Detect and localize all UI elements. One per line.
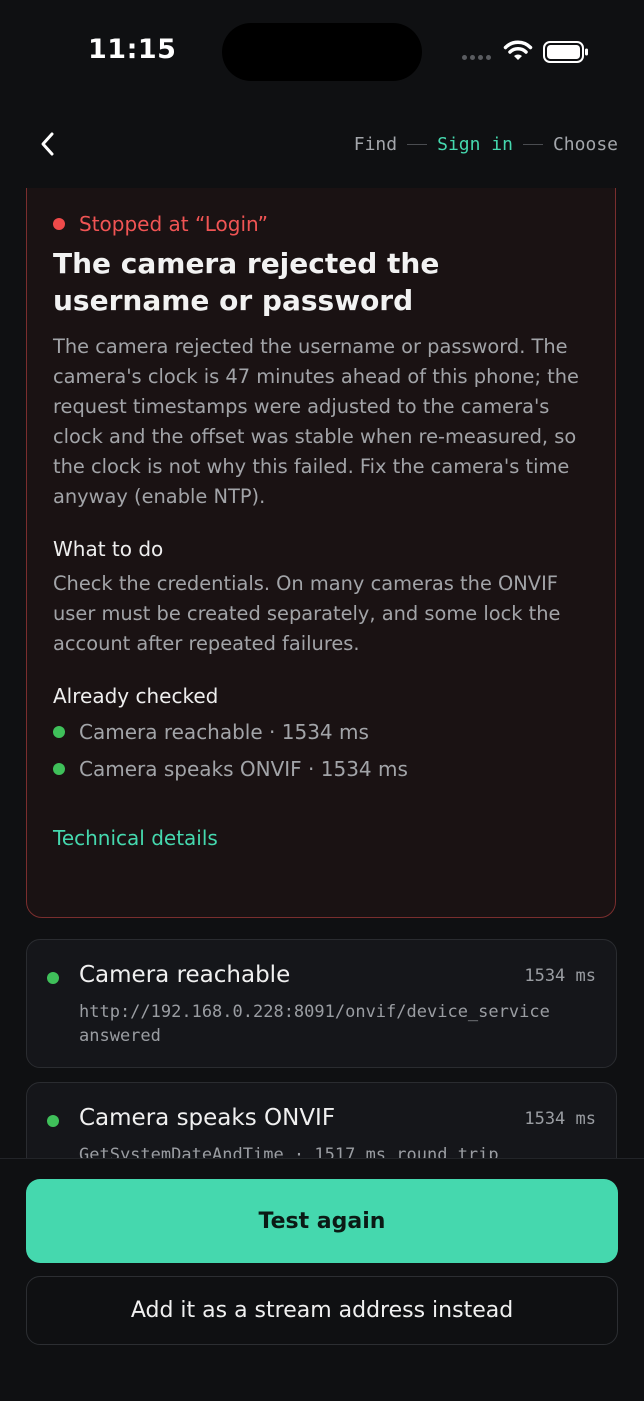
battery-icon (543, 41, 588, 63)
step-detail: GetSystemDateAndTime · 1517 ms round tri… (79, 1145, 499, 1158)
step-title: Camera reachable (79, 962, 291, 988)
wifi-icon (503, 40, 533, 60)
bottom-action-bar: Test again Add it as a stream address in… (0, 1158, 644, 1401)
success-dot-icon (47, 1115, 59, 1127)
step-card-camera-speaks-onvif: Camera speaks ONVIF 1534 ms GetSystemDat… (26, 1082, 617, 1158)
cellular-signal-icon (462, 55, 491, 60)
step-detail: http://192.168.0.228:8091/onvif/device_s… (79, 1002, 550, 1046)
step-find: Find (353, 134, 398, 155)
checked-item-label: Camera reachable · 1534 ms (79, 720, 369, 744)
error-description: The camera rejected the username or pass… (53, 335, 579, 508)
step-title: Camera speaks ONVIF (79, 1105, 336, 1131)
stopped-at-row: Stopped at “Login” (53, 212, 268, 236)
step-duration: 1534 ms (524, 1109, 596, 1129)
test-again-button[interactable]: Test again (26, 1179, 618, 1263)
add-stream-address-button[interactable]: Add it as a stream address instead (26, 1276, 618, 1345)
step-separator (522, 144, 543, 145)
progress-steps: Find Sign in Choose (354, 134, 618, 155)
error-title: The camera rejected the username or pass… (53, 247, 440, 317)
status-bar: 11:15 (0, 0, 644, 100)
checked-item-label: Camera speaks ONVIF · 1534 ms (79, 757, 408, 781)
what-to-do-heading: What to do (53, 537, 164, 561)
success-dot-icon (47, 972, 59, 984)
error-card: Stopped at “Login” The camera rejected t… (26, 188, 616, 918)
back-chevron-icon[interactable] (34, 128, 62, 160)
error-dot-icon (53, 218, 65, 230)
checked-item: Camera reachable · 1534 ms (53, 720, 369, 744)
content-scroll[interactable]: Stopped at “Login” The camera rejected t… (0, 188, 644, 1158)
what-to-do-text: Check the credentials. On many cameras t… (53, 572, 561, 655)
step-separator (407, 144, 428, 145)
step-sign-in: Sign in (437, 134, 513, 155)
success-dot-icon (53, 726, 65, 738)
step-choose: Choose (552, 134, 618, 155)
success-dot-icon (53, 763, 65, 775)
status-time: 11:15 (88, 34, 177, 65)
dynamic-island (222, 23, 422, 81)
checked-item: Camera speaks ONVIF · 1534 ms (53, 757, 408, 781)
already-checked-heading: Already checked (53, 684, 219, 708)
technical-details-link[interactable]: Technical details (53, 826, 218, 850)
step-duration: 1534 ms (524, 966, 596, 986)
step-card-camera-reachable: Camera reachable 1534 ms http://192.168.… (26, 939, 617, 1068)
stopped-at-label: Stopped at “Login” (79, 212, 268, 236)
